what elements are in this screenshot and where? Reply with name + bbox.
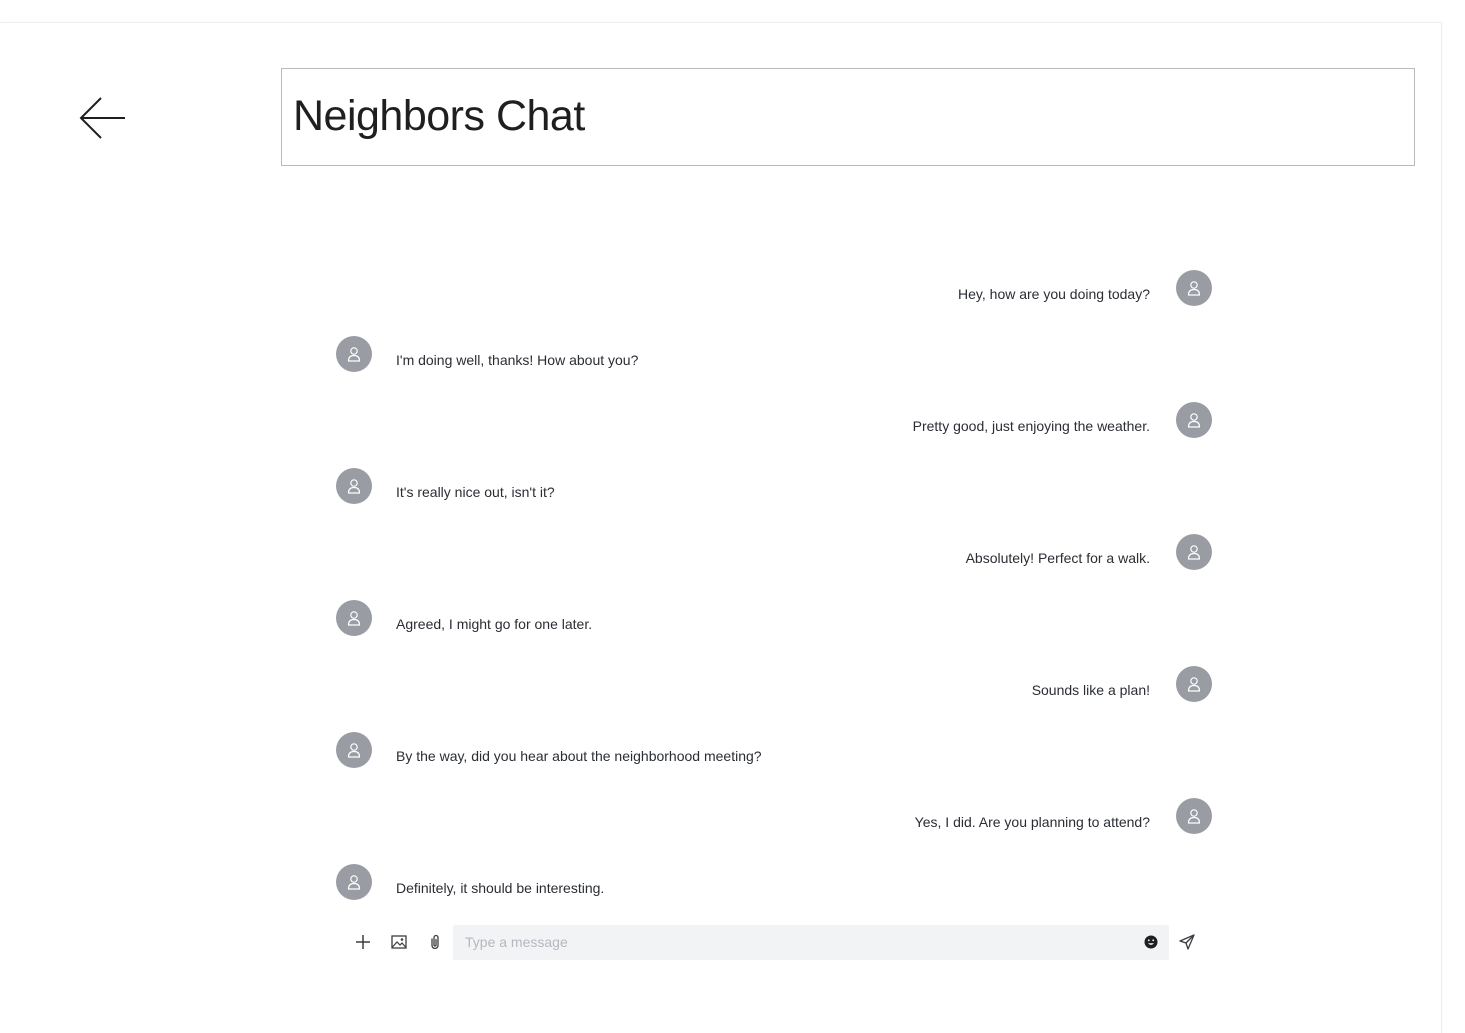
arrow-left-icon (79, 97, 125, 139)
message-text: Yes, I did. Are you planning to attend? (914, 814, 1150, 830)
message-row: It's really nice out, isn't it? (336, 454, 1212, 520)
user-icon (347, 875, 361, 890)
message-text: It's really nice out, isn't it? (396, 484, 555, 500)
avatar[interactable] (1176, 534, 1212, 570)
message-text: Absolutely! Perfect for a walk. (965, 550, 1150, 566)
avatar[interactable] (336, 732, 372, 768)
message-row: Hey, how are you doing today? (336, 256, 1212, 322)
message-text: Pretty good, just enjoying the weather. (912, 418, 1150, 434)
plus-icon (356, 935, 370, 949)
page-title: Neighbors Chat (293, 92, 585, 140)
paperclip-icon (431, 934, 439, 950)
image-icon (391, 935, 407, 949)
avatar[interactable] (1176, 666, 1212, 702)
attach-file-button[interactable] (417, 924, 453, 960)
message-input-wrapper (453, 924, 1169, 960)
back-button[interactable] (76, 92, 128, 144)
message-list: Hey, how are you doing today? I'm doing w… (336, 256, 1212, 916)
message-row: Agreed, I might go for one later. (336, 586, 1212, 652)
message-row: By the way, did you hear about the neigh… (336, 718, 1212, 784)
message-row: I'm doing well, thanks! How about you? (336, 322, 1212, 388)
avatar[interactable] (336, 336, 372, 372)
avatar[interactable] (336, 864, 372, 900)
message-text: Hey, how are you doing today? (958, 286, 1150, 302)
message-text: Sounds like a plan! (1031, 682, 1150, 698)
avatar[interactable] (1176, 270, 1212, 306)
send-icon (1179, 934, 1195, 950)
avatar[interactable] (1176, 402, 1212, 438)
message-text: Definitely, it should be interesting. (396, 880, 605, 896)
user-icon (347, 479, 361, 494)
message-composer (345, 924, 1205, 960)
message-row: Yes, I did. Are you planning to attend? (336, 784, 1212, 850)
message-row: Absolutely! Perfect for a walk. (336, 520, 1212, 586)
chat-title-box: Neighbors Chat (281, 68, 1415, 166)
message-row: Pretty good, just enjoying the weather. (336, 388, 1212, 454)
message-row: Sounds like a plan! (336, 652, 1212, 718)
user-icon (347, 611, 361, 626)
avatar[interactable] (336, 468, 372, 504)
emoji-icon (1144, 935, 1158, 949)
user-icon (1187, 545, 1201, 560)
avatar[interactable] (336, 600, 372, 636)
add-button[interactable] (345, 924, 381, 960)
user-icon (1187, 281, 1201, 296)
avatar[interactable] (1176, 798, 1212, 834)
send-button[interactable] (1169, 924, 1205, 960)
message-text: I'm doing well, thanks! How about you? (396, 352, 639, 368)
message-text: Agreed, I might go for one later. (396, 616, 593, 632)
message-row: Definitely, it should be interesting. (336, 850, 1212, 916)
user-icon (1187, 677, 1201, 692)
message-input[interactable] (453, 924, 1133, 960)
attach-image-button[interactable] (381, 924, 417, 960)
message-text: By the way, did you hear about the neigh… (396, 748, 762, 764)
user-icon (347, 347, 361, 362)
user-icon (1187, 413, 1201, 428)
user-icon (1187, 809, 1201, 824)
emoji-button[interactable] (1133, 924, 1169, 960)
user-icon (347, 743, 361, 758)
